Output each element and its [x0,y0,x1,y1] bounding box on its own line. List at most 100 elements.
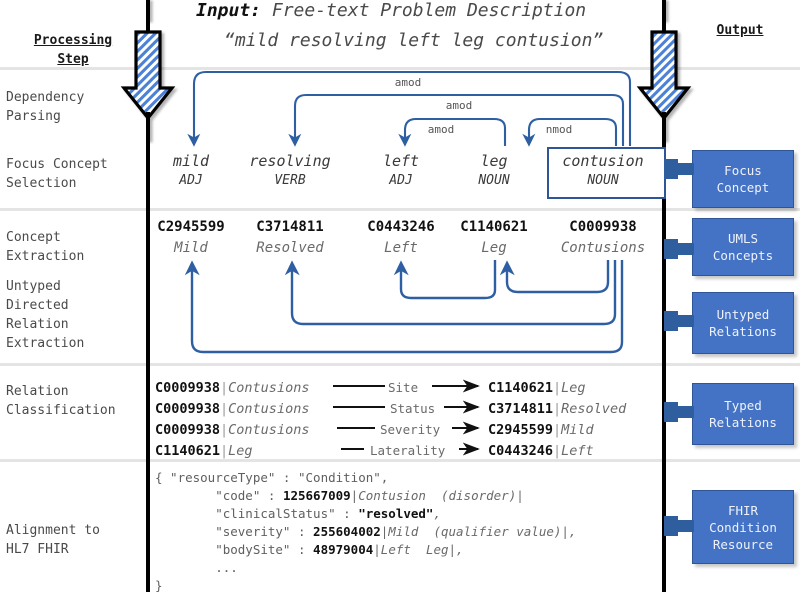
untyped-relation-arc-group [184,260,624,354]
connector-untyped-relations [664,311,694,331]
relation-source-name: Contusions [228,401,310,417]
input-quote: “mild resolving left leg contusion” [224,30,604,51]
fhir-line-3: "severity" : 255604002|Mild (qualifier v… [155,523,576,541]
relation-separator: | [220,401,229,417]
step-label-focus-concept-selection: Focus Concept Selection [6,157,108,191]
token-pos: NOUN [587,173,619,188]
token-leg: leg NOUN [434,151,554,191]
relation-separator: | [220,443,229,459]
fhir-json-block: { "resourceType" : "Condition", "code" :… [155,469,576,595]
processing-step-header-line1: Processing [33,33,113,48]
fhir-text: { "resourceType" : "Condition", [155,470,389,485]
fhir-term: |Left Leg|, [373,542,464,557]
connector-umls-concepts [664,239,694,259]
typed-relation-label-status: Status [390,401,436,416]
connector-fhir-condition-resource [664,516,694,536]
fhir-code: "resolved" [358,506,434,521]
typed-relation-target-1: C3714811|Resolved [488,399,626,420]
output-box-label: FHIR Condition Resource [709,502,777,552]
processing-step-header: Processing Step [8,31,138,69]
input-title-desc: Free-text Problem Description [271,0,587,21]
typed-relation-source-3: C1140621|Leg [155,441,253,462]
dependency-arc-label-amod-left: amod [421,123,461,136]
output-box-untyped-relations[interactable]: Untyped Relations [692,292,794,354]
step-label-relation-classification: Relation Classification [6,384,116,418]
output-box-focus-concept[interactable]: Focus Concept [692,150,794,208]
fhir-text: "code" : [155,488,283,503]
token-pos: VERB [274,173,306,188]
concept-name: Contusions [560,240,646,256]
relation-target-name: Leg [561,380,586,396]
relation-target-code: C2945599 [488,422,554,438]
relation-source-name: Contusions [228,380,310,396]
output-box-typed-relations[interactable]: Typed Relations [692,383,794,445]
relation-target-code: C1140621 [488,380,554,396]
output-box-label: UMLS Concepts [712,231,774,263]
relation-source-code: C0009938 [155,422,221,438]
fhir-line-2: "clinicalStatus" : "resolved", [155,505,576,523]
concept-C0009938: C0009938 Contusions [538,217,668,259]
output-box-fhir-condition-resource[interactable]: FHIR Condition Resource [692,490,794,564]
fhir-term: , [433,506,441,521]
fhir-line-6: } [155,577,576,595]
relation-source-code: C1140621 [155,443,221,459]
dependency-arc-label-amod-mild: amod [388,76,428,89]
typed-relation-label-laterality: Laterality [370,443,446,458]
processing-step-header-line2: Step [57,52,89,67]
typed-relation-target-0: C1140621|Leg [488,378,586,399]
left-divider-rule [146,0,150,592]
fhir-code: 255604002 [313,524,381,539]
output-box-label: Focus Concept [716,163,770,195]
relation-source-code: C0009938 [155,401,221,417]
untyped-arc-contusions-resolved [284,260,617,326]
fhir-term: |Mild (qualifier value)|, [380,524,577,539]
fhir-text: } [155,578,163,593]
fhir-text: "bodySite" : [155,542,314,557]
token-resolving: resolving VERB [230,151,350,191]
fhir-line-4: "bodySite" : 48979004|Left Leg|, [155,541,576,559]
relation-target-name: Mild [561,422,594,438]
fhir-text: ... [155,560,238,575]
step-label-concept-extraction: Concept Extraction [6,230,85,264]
output-header: Output [690,21,790,40]
relation-source-name: Contusions [228,422,310,438]
typed-relation-source-1: C0009938|Contusions [155,399,309,420]
connector-focus-concept [664,159,694,179]
typed-relation-source-0: C0009938|Contusions [155,378,309,399]
dependency-arc-label-amod-resolving: amod [439,99,479,112]
token-pos: NOUN [478,173,510,188]
relation-separator: | [220,380,229,396]
typed-relation-label-severity: Severity [380,422,441,437]
typed-relation-source-2: C0009938|Contusions [155,420,309,441]
fhir-term: |Contusion (disorder)| [350,488,524,503]
fhir-code: 48979004 [313,542,374,557]
output-box-label: Untyped Relations [709,307,777,339]
token-word: resolving [249,152,331,170]
fhir-line-0: { "resourceType" : "Condition", [155,469,576,487]
input-title: Input: Free-text Problem Description [196,0,586,21]
output-connector-group [664,159,694,536]
token-word: contusion [562,152,644,170]
relation-target-code: C0443246 [488,443,554,459]
token-word: leg [480,152,508,170]
fhir-code: 125667009 [282,488,351,503]
fhir-line-1: "code" : 125667009|Contusion (disorder)| [155,487,576,505]
relation-source-name: Leg [228,443,253,459]
diagram-canvas: Processing Step Input: Free-text Problem… [0,0,800,595]
relation-separator: | [553,422,562,438]
output-box-umls-concepts[interactable]: UMLS Concepts [692,218,794,276]
dependency-arc-label-nmod-leg: nmod [539,123,579,136]
untyped-arc-contusions-leg [499,260,610,294]
untyped-arc-leg-left [393,260,497,300]
right-divider-rule [662,0,666,592]
band-separator [0,363,800,366]
band-separator [0,459,800,462]
output-box-label: Typed Relations [709,398,777,430]
relation-target-name: Left [561,443,594,459]
relation-source-code: C0009938 [155,380,221,396]
connector-typed-relations [664,402,694,422]
relation-target-code: C3714811 [488,401,554,417]
fhir-text: "severity" : [155,524,314,539]
typed-relation-target-3: C0443246|Left [488,441,594,462]
step-label-alignment-to-hl7-fhir: Alignment to HL7 FHIR [6,523,100,557]
